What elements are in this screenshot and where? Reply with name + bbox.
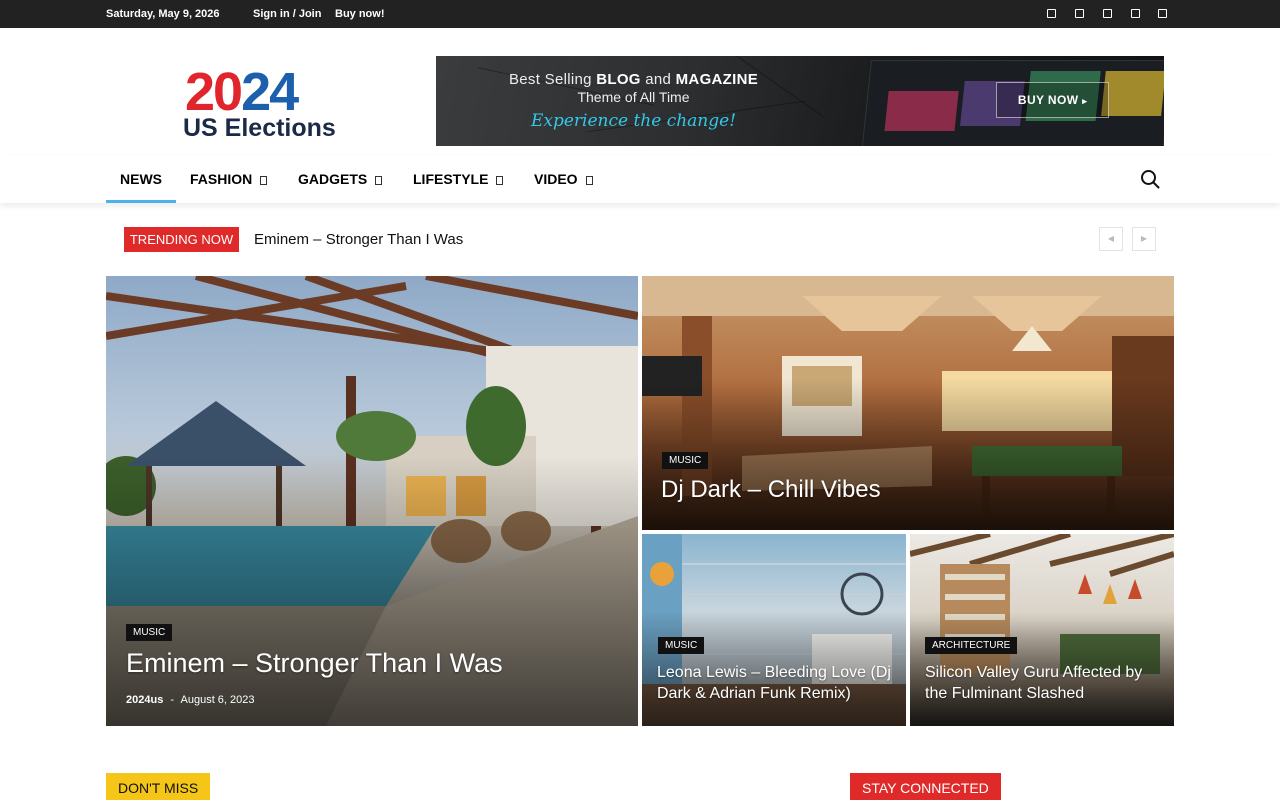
facebook-icon[interactable] (1047, 9, 1056, 18)
post-category[interactable]: ARCHITECTURE (925, 637, 1018, 654)
youtube-icon[interactable] (1158, 9, 1167, 18)
nav-item-news[interactable]: NEWS (120, 155, 162, 203)
post-title[interactable]: Dj Dark – Chill Vibes (661, 476, 1161, 504)
featured-post[interactable]: MUSIC Leona Lewis – Bleeding Love (Dj Da… (642, 534, 906, 726)
featured-post[interactable]: ARCHITECTURE Silicon Valley Guru Affecte… (910, 534, 1174, 726)
featured-post-main[interactable]: MUSIC Eminem – Stronger Than I Was 2024u… (106, 276, 638, 726)
site-logo[interactable]: 2024 US Elections (183, 64, 353, 144)
post-category[interactable]: MUSIC (662, 452, 709, 469)
nav-item-lifestyle[interactable]: LIFESTYLE (413, 155, 504, 203)
post-author[interactable]: 2024us (126, 694, 163, 706)
trending-headline[interactable]: Eminem – Stronger Than I Was (254, 227, 463, 252)
vimeo-icon[interactable] (1131, 9, 1140, 18)
top-bar: Saturday, May 9, 2026 Sign in / Join Buy… (0, 0, 1280, 28)
search-icon[interactable] (1140, 169, 1160, 189)
nav-active-indicator (106, 200, 176, 203)
dont-miss-label: DON'T MISS (106, 773, 211, 800)
trending-next-button[interactable]: ▶ (1132, 227, 1156, 251)
post-title[interactable]: Eminem – Stronger Than I Was (126, 648, 626, 679)
chevron-down-icon (496, 176, 504, 185)
chevron-down-icon (260, 176, 268, 185)
nav-item-video[interactable]: VIDEO (534, 155, 593, 203)
featured-post[interactable]: MUSIC Dj Dark – Chill Vibes (642, 276, 1174, 530)
logo-year: 2024 (185, 62, 299, 122)
current-date: Saturday, May 9, 2026 (106, 8, 220, 20)
chevron-down-icon (375, 176, 383, 185)
post-meta: 2024us - August 6, 2023 (126, 694, 255, 706)
nav-item-fashion[interactable]: FASHION (190, 155, 268, 203)
post-category[interactable]: MUSIC (126, 624, 173, 641)
chevron-down-icon (585, 176, 593, 185)
ad-buy-button[interactable]: BUY NOW ▸ (996, 82, 1109, 118)
ad-subheadline: Theme of All Time (577, 89, 690, 105)
buy-now-link[interactable]: Buy now! (335, 0, 385, 28)
post-title[interactable]: Silicon Valley Guru Affected by the Fulm… (925, 662, 1165, 704)
sign-in-link[interactable]: Sign in / Join (253, 0, 321, 28)
instagram-icon[interactable] (1075, 9, 1084, 18)
post-title[interactable]: Leona Lewis – Bleeding Love (Dj Dark & A… (657, 662, 897, 704)
ad-tagline: Experience the change! (530, 111, 737, 131)
logo-subtitle: US Elections (183, 114, 336, 142)
post-date: August 6, 2023 (180, 694, 255, 706)
post-category[interactable]: MUSIC (658, 637, 705, 654)
nav-item-gadgets[interactable]: GADGETS (298, 155, 383, 203)
twitter-icon[interactable] (1103, 9, 1112, 18)
stay-connected-label: STAY CONNECTED (850, 773, 1001, 800)
main-nav: NEWS FASHION GADGETS LIFESTYLE VIDEO (0, 155, 1280, 203)
ad-banner[interactable]: Best Selling BLOG and MAGAZINE Theme of … (436, 56, 1164, 146)
trending-label: TRENDING NOW (124, 227, 239, 252)
trending-prev-button[interactable]: ◀ (1099, 227, 1123, 251)
ad-headline: Best Selling BLOG and MAGAZINE (508, 71, 759, 88)
